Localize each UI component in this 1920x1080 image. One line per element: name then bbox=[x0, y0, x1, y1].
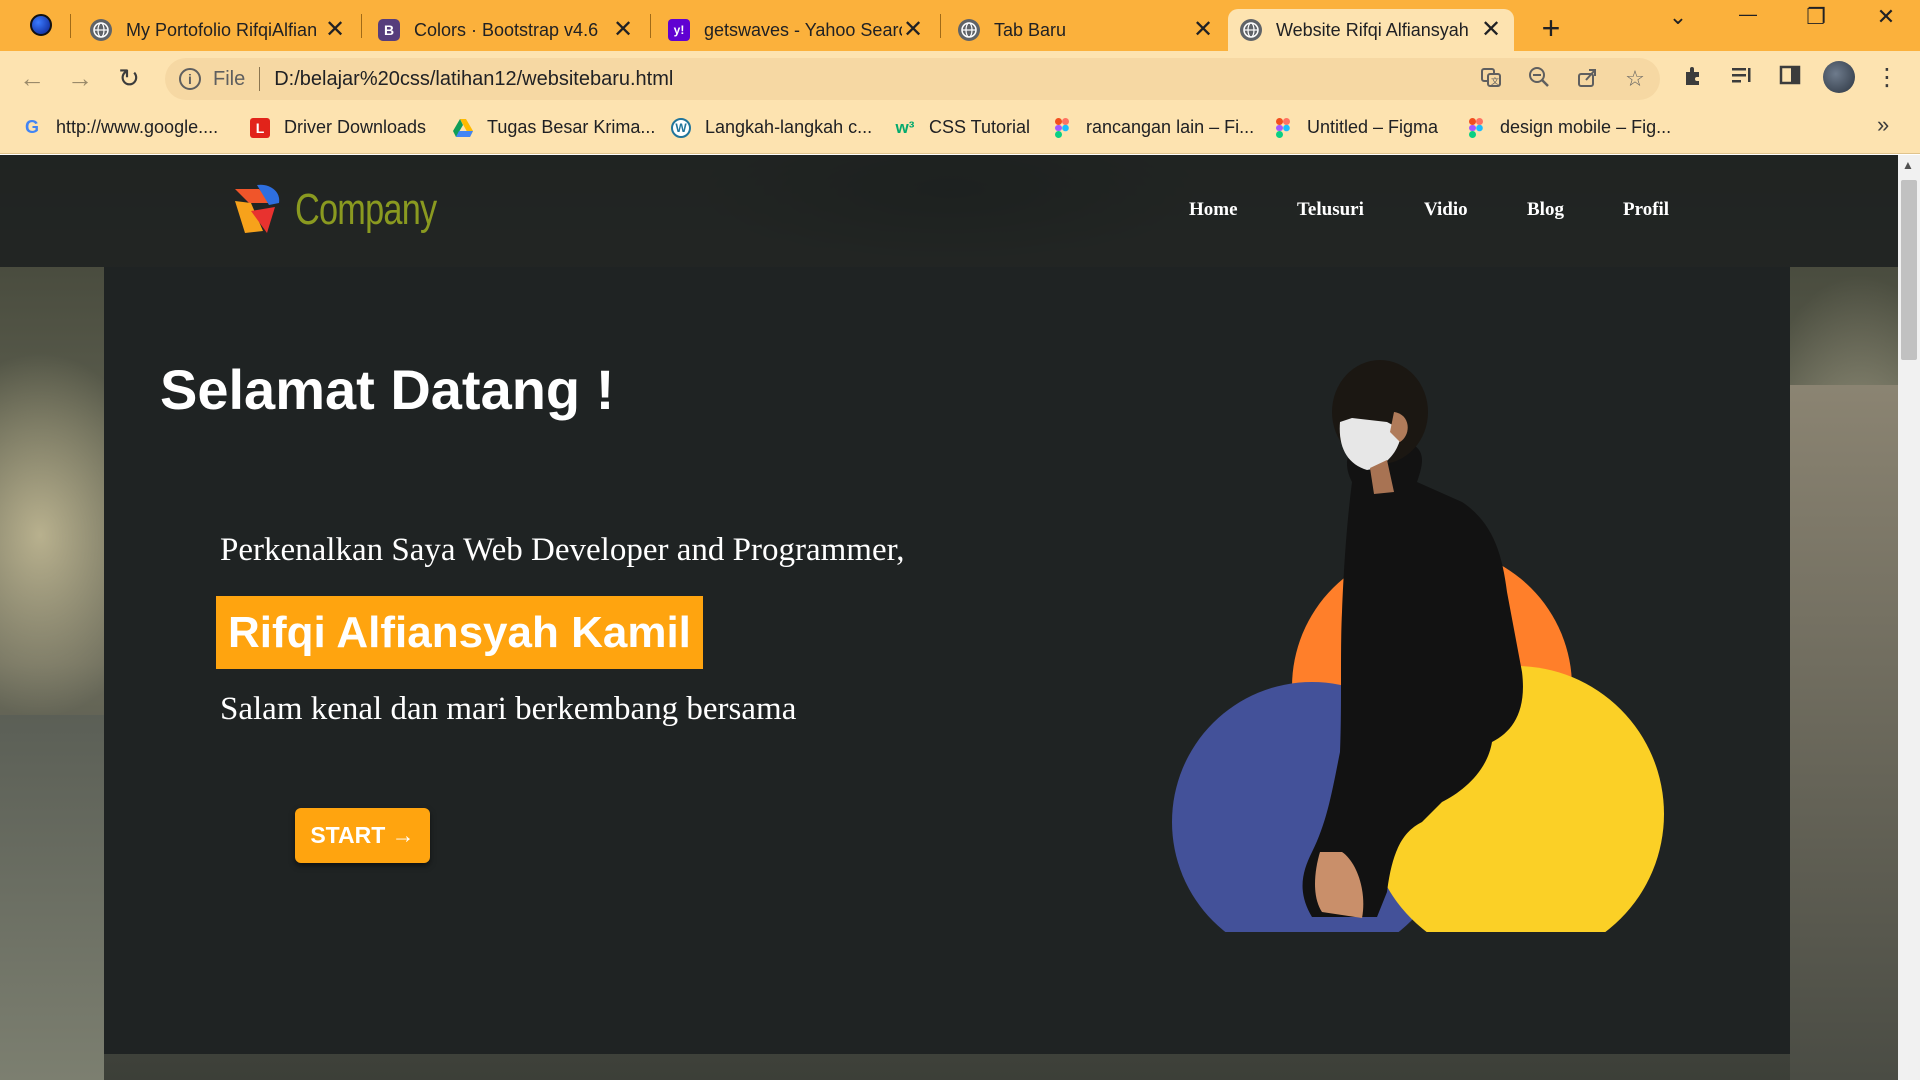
figma-icon bbox=[1466, 117, 1486, 138]
bookmark-label: http://www.google.... bbox=[56, 117, 219, 137]
lenovo-icon: L bbox=[250, 117, 270, 138]
minimize-button[interactable]: — bbox=[1725, 4, 1771, 25]
bookmark-label: CSS Tutorial bbox=[929, 117, 1031, 137]
hero-section: Selamat Datang ! Perkenalkan Saya Web De… bbox=[104, 267, 1790, 1054]
address-divider bbox=[259, 67, 261, 91]
url-text[interactable]: D:/belajar%20css/latihan12/websitebaru.h… bbox=[274, 68, 673, 91]
new-tab-button[interactable]: + bbox=[1535, 10, 1567, 47]
tab-title: Tab Baru bbox=[994, 19, 1067, 40]
tab-search-icon[interactable]: ⌄ bbox=[1655, 4, 1701, 30]
bookmark-css-tutorial[interactable]: w³ CSS Tutorial bbox=[895, 117, 1031, 138]
bookmark-untitled-figma[interactable]: Untitled – Figma bbox=[1273, 117, 1438, 138]
nav-telusuri[interactable]: Telusuri bbox=[1297, 199, 1364, 221]
extensions-icon[interactable] bbox=[1679, 63, 1709, 94]
bookmark-label: Untitled – Figma bbox=[1307, 117, 1439, 137]
bookmark-google[interactable]: G http://www.google.... bbox=[22, 117, 218, 138]
close-tab-icon[interactable]: ✕ bbox=[612, 18, 634, 42]
back-button[interactable]: ← bbox=[16, 63, 48, 93]
tab-my-portofolio[interactable]: My Portofolio RifqiAlfian ✕ bbox=[78, 9, 358, 51]
google-icon: G bbox=[24, 117, 39, 137]
menu-kebab-icon[interactable]: ⋮ bbox=[1872, 63, 1902, 92]
hero-intro: Perkenalkan Saya Web Developer and Progr… bbox=[220, 532, 905, 568]
zoom-out-icon[interactable] bbox=[1526, 66, 1552, 92]
forward-button[interactable]: → bbox=[64, 63, 96, 93]
bookmark-tugas-besar[interactable]: Tugas Besar Krima... bbox=[453, 117, 655, 138]
bootstrap-icon: B bbox=[378, 19, 400, 41]
tab-separator bbox=[361, 14, 362, 38]
nav-blog[interactable]: Blog bbox=[1527, 199, 1564, 221]
globe-icon bbox=[90, 19, 112, 41]
bookmarks-overflow-button[interactable]: » bbox=[1877, 112, 1889, 138]
side-panel-icon[interactable] bbox=[1775, 63, 1805, 94]
bookmark-label: Driver Downloads bbox=[284, 117, 427, 137]
bookmark-driver-downloads[interactable]: L Driver Downloads bbox=[250, 117, 426, 138]
site-info-icon[interactable]: i bbox=[179, 68, 201, 90]
nav-profil[interactable]: Profil bbox=[1623, 199, 1669, 221]
tab-website-rifqi[interactable]: Website Rifqi Alfiansyah ✕ bbox=[1228, 9, 1514, 51]
bookmark-design-mobile[interactable]: design mobile – Fig... bbox=[1466, 117, 1671, 138]
figma-icon bbox=[1052, 117, 1072, 138]
site-logo[interactable]: Company bbox=[229, 181, 476, 239]
figma-icon bbox=[1273, 117, 1293, 138]
close-tab-icon[interactable]: ✕ bbox=[1192, 18, 1214, 42]
bookmark-rancangan-lain[interactable]: rancangan lain – Fi... bbox=[1052, 117, 1254, 138]
hero-illustration bbox=[1172, 360, 1664, 932]
scheme-label: File bbox=[213, 67, 246, 90]
tab-title: My Portofolio RifqiAlfian bbox=[126, 19, 318, 40]
tab-title: Website Rifqi Alfiansyah bbox=[1276, 19, 1469, 40]
name-highlight: Rifqi Alfiansyah Kamil bbox=[216, 596, 703, 669]
site-navbar: Company Home Telusuri Vidio Blog Profil bbox=[0, 155, 1898, 267]
google-drive-icon bbox=[453, 118, 473, 138]
close-window-button[interactable]: ✕ bbox=[1863, 4, 1909, 30]
tab-separator bbox=[70, 14, 71, 38]
restore-button[interactable]: ❐ bbox=[1793, 4, 1839, 30]
bookmark-label: rancangan lain – Fi... bbox=[1086, 117, 1255, 137]
address-bar[interactable]: i File D:/belajar%20css/latihan12/websit… bbox=[165, 58, 1660, 100]
tab-tab-baru[interactable]: Tab Baru ✕ bbox=[946, 9, 1226, 51]
bookmark-label: Langkah-langkah c... bbox=[705, 117, 873, 137]
bookmark-langkah[interactable]: W Langkah-langkah c... bbox=[671, 117, 872, 138]
bookmark-label: design mobile – Fig... bbox=[1500, 117, 1672, 137]
address-bar-actions: 文 ☆ bbox=[1478, 66, 1648, 92]
logo-text: Company bbox=[295, 185, 437, 234]
scrollbar-thumb[interactable] bbox=[1901, 180, 1917, 360]
hero-name: Rifqi Alfiansyah Kamil bbox=[228, 607, 691, 657]
hero-greeting: Salam kenal dan mari berkembang bersama bbox=[220, 691, 797, 727]
close-tab-icon[interactable]: ✕ bbox=[324, 18, 346, 42]
tab-bootstrap-colors[interactable]: B Colors · Bootstrap v4.6 ✕ bbox=[366, 9, 646, 51]
start-button[interactable]: START → bbox=[295, 808, 430, 863]
page-viewport: Company Home Telusuri Vidio Blog Profil … bbox=[0, 155, 1898, 1080]
yahoo-icon: y! bbox=[668, 19, 690, 41]
browser-toolbar: ← → ↻ i File D:/belajar%20css/latihan12/… bbox=[0, 51, 1920, 106]
tab-separator bbox=[650, 14, 651, 38]
globe-icon bbox=[1240, 19, 1262, 41]
share-icon[interactable] bbox=[1574, 66, 1600, 92]
wordpress-icon: W bbox=[671, 117, 691, 138]
hero-title: Selamat Datang ! bbox=[160, 358, 615, 421]
tab-separator bbox=[940, 14, 941, 38]
close-tab-icon[interactable]: ✕ bbox=[1480, 18, 1502, 42]
bookmark-label: Tugas Besar Krima... bbox=[487, 117, 656, 137]
bookmarks-bar: G http://www.google.... L Driver Downloa… bbox=[0, 106, 1920, 154]
svg-text:文: 文 bbox=[1491, 76, 1499, 86]
w3schools-icon: w³ bbox=[895, 117, 915, 137]
browser-logo-icon[interactable] bbox=[30, 14, 52, 36]
profile-avatar[interactable] bbox=[1823, 61, 1855, 93]
translate-icon[interactable]: 文 bbox=[1478, 66, 1504, 92]
background-house-right bbox=[1790, 385, 1898, 1080]
reading-list-icon[interactable] bbox=[1727, 63, 1757, 94]
background-house-left bbox=[0, 715, 104, 1080]
close-tab-icon[interactable]: ✕ bbox=[902, 18, 924, 42]
globe-icon bbox=[958, 19, 980, 41]
tab-title: Colors · Bootstrap v4.6 bbox=[414, 19, 599, 40]
bookmark-star-icon[interactable]: ☆ bbox=[1622, 66, 1648, 92]
tab-yahoo-search[interactable]: y! getswaves - Yahoo Search ✕ bbox=[656, 9, 936, 51]
scroll-up-arrow-icon[interactable]: ▲ bbox=[1902, 158, 1914, 172]
reload-button[interactable]: ↻ bbox=[113, 63, 145, 93]
company-logo-icon bbox=[235, 184, 280, 233]
tab-strip: My Portofolio RifqiAlfian ✕ B Colors · B… bbox=[0, 0, 1920, 51]
tab-title: getswaves - Yahoo Search bbox=[704, 19, 902, 40]
nav-home[interactable]: Home bbox=[1189, 199, 1238, 221]
nav-vidio[interactable]: Vidio bbox=[1424, 199, 1468, 221]
